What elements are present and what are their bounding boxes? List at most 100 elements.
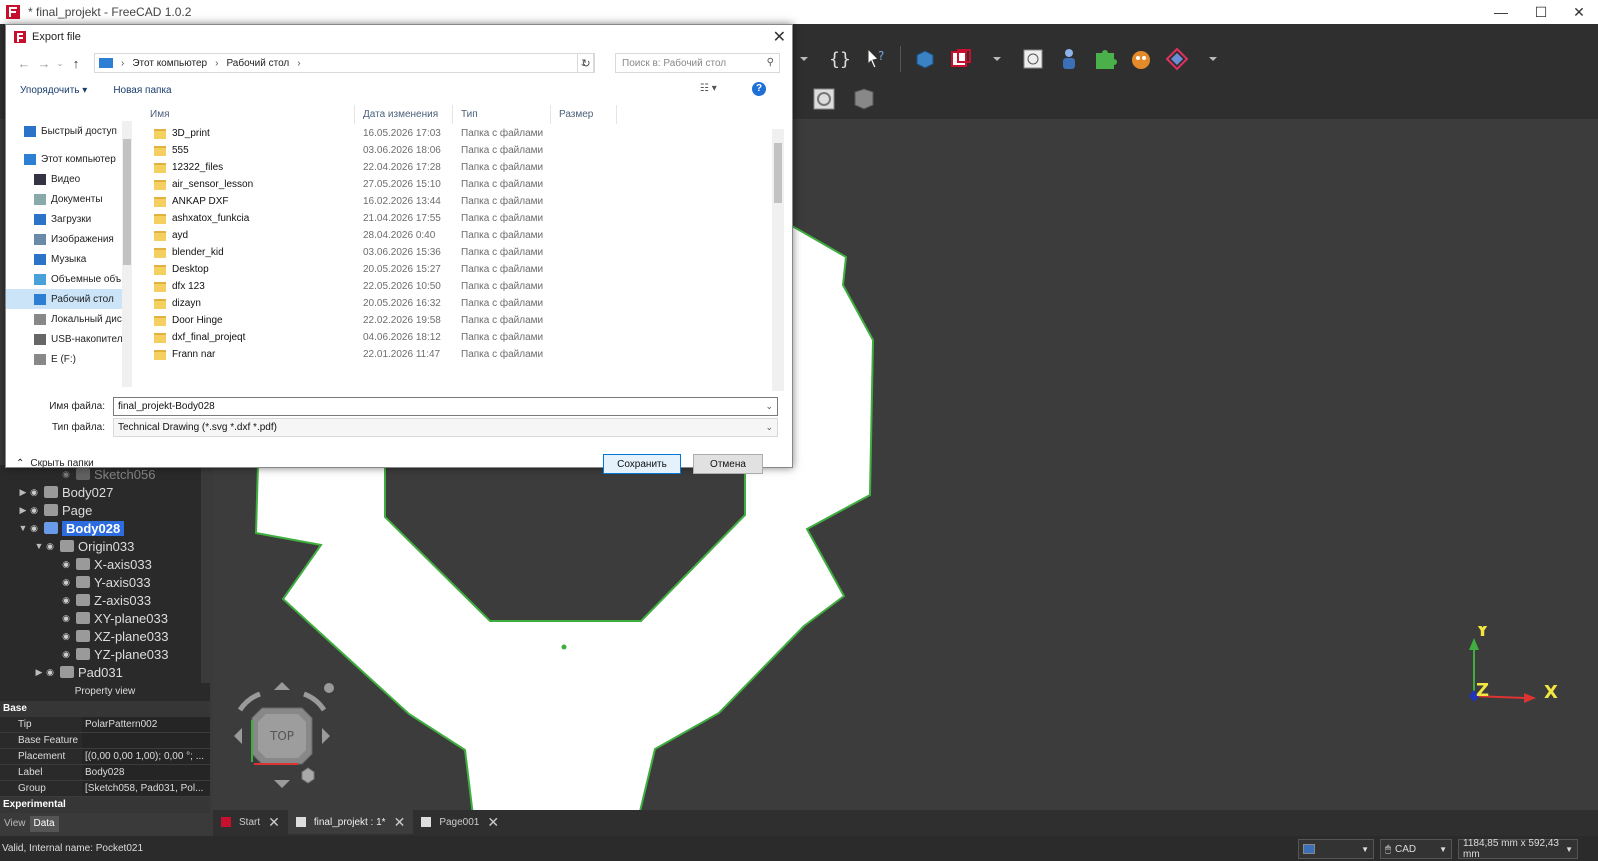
visibility-eye-icon[interactable]: ◉	[28, 505, 40, 516]
expand-arrow-icon[interactable]: ▶	[18, 505, 28, 516]
visibility-eye-icon[interactable]: ◉	[60, 559, 72, 570]
techdraw-page-icon[interactable]	[1019, 45, 1047, 73]
property-value[interactable]: Body028	[82, 765, 210, 780]
file-row[interactable]: ashxatox_funkcia 21.04.2026 17:55 Папка с …	[142, 210, 770, 227]
nav-item[interactable]: Музыка	[6, 249, 129, 269]
tree-scrollbar[interactable]	[201, 465, 210, 683]
navigation-style-selector[interactable]: 🖱 CAD ▼	[1380, 839, 1452, 859]
document-tab[interactable]: Start ✕	[213, 810, 288, 834]
navigation-cube[interactable]: TOP	[226, 680, 338, 792]
nav-item[interactable]: Быстрый доступ	[6, 121, 129, 141]
dropdown-arrow-icon[interactable]	[983, 45, 1011, 73]
file-row[interactable]: Frann nar 22.01.2026 11:47 Папка с файлами	[142, 346, 770, 363]
tree-item[interactable]: ▼ ◉ Body028	[0, 519, 200, 537]
techdraw-view-icon[interactable]	[810, 85, 838, 113]
validate-sketch-icon[interactable]	[947, 45, 975, 73]
help-icon[interactable]: ?	[752, 82, 766, 96]
property-value[interactable]	[82, 733, 210, 748]
file-row[interactable]: 3D_print 16.05.2026 17:03 Папка с файлами	[142, 125, 770, 142]
property-row[interactable]: Base Feature	[0, 733, 210, 749]
file-list-scrollbar[interactable]	[772, 129, 784, 391]
nav-item[interactable]: Изображения	[6, 229, 129, 249]
dimension-readout[interactable]: 1184,85 mm x 592,43 mm ▼	[1458, 838, 1578, 860]
file-row[interactable]: blender_kid 03.06.2026 15:36 Папка с файла…	[142, 244, 770, 261]
chevron-down-icon[interactable]: ⌄	[765, 422, 773, 433]
model-tree[interactable]: ◉ Sketch056 ▶ ◉ Body027 ▶ ◉ Page ▼ ◉ Body028 ▼ ◉ Orig…	[0, 465, 210, 683]
tree-item[interactable]: ◉ Z-axis033	[0, 591, 200, 609]
mascot-icon[interactable]	[1127, 45, 1155, 73]
property-row[interactable]: Group [Sketch058, Pad031, Pol...	[0, 781, 210, 797]
maximize-button[interactable]: ☐	[1522, 0, 1560, 24]
tree-item[interactable]: ◉ XZ-plane033	[0, 627, 200, 645]
tree-item[interactable]: ◉ YZ-plane033	[0, 645, 200, 663]
file-row[interactable]: air_sensor_lesson 27.05.2026 15:10 Папка с…	[142, 176, 770, 193]
refresh-icon[interactable]: ↻	[577, 53, 595, 73]
property-row[interactable]: Placement [(0,00 0,00 1,00); 0,00 °; ...	[0, 749, 210, 765]
column-size[interactable]: Размер	[551, 105, 617, 124]
whats-this-icon[interactable]: ?	[862, 45, 890, 73]
collapse-arrow-icon[interactable]: ▼	[34, 541, 44, 551]
organize-button[interactable]: Упорядочить ▾	[20, 85, 87, 96]
visibility-eye-icon[interactable]: ◉	[60, 577, 72, 588]
recent-dropdown-icon[interactable]: ⌄	[54, 59, 66, 68]
macro-braces-icon[interactable]: {}	[826, 45, 854, 73]
cancel-button[interactable]: Отмена	[693, 454, 763, 474]
view-options-icon[interactable]: ☷ ▾	[700, 83, 717, 94]
visibility-eye-icon[interactable]: ◉	[60, 613, 72, 624]
nav-item[interactable]: E (F:)	[6, 349, 129, 369]
file-row[interactable]: ayd 28.04.2026 0:40 Папка с файлами	[142, 227, 770, 244]
filename-input[interactable]: final_projekt-Body028 ⌄	[113, 396, 778, 416]
close-window-button[interactable]: ✕	[1560, 0, 1598, 24]
file-row[interactable]: Door Hinge 22.02.2026 19:58 Папка с файлам…	[142, 312, 770, 329]
property-row[interactable]: Tip PolarPattern002	[0, 717, 210, 733]
draw-style-selector[interactable]: ▼	[1298, 839, 1374, 859]
expand-arrow-icon[interactable]: ▶	[34, 667, 44, 678]
file-row[interactable]: dxf_final_projeqt 04.06.2026 18:12 Папка с…	[142, 329, 770, 346]
tab-view[interactable]: View	[0, 816, 30, 832]
hide-folders-toggle[interactable]: ⌃ Скрыть папки	[16, 458, 94, 469]
visibility-eye-icon[interactable]: ◉	[60, 595, 72, 606]
property-value[interactable]: [Sketch058, Pad031, Pol...	[82, 781, 210, 796]
minimize-button[interactable]: —	[1482, 0, 1520, 24]
visibility-eye-icon[interactable]: ◉	[44, 667, 56, 678]
document-tab[interactable]: final_projekt : 1* ✕	[287, 810, 414, 834]
nav-item[interactable]: Этот компьютер	[6, 149, 129, 169]
tab-data[interactable]: Data	[29, 816, 59, 832]
back-arrow-icon[interactable]: ←	[14, 56, 34, 71]
visibility-eye-icon[interactable]: ◉	[28, 523, 40, 534]
visibility-eye-icon[interactable]: ◉	[28, 487, 40, 498]
nav-item[interactable]: Документы	[6, 189, 129, 209]
tree-item[interactable]: ◉ XY-plane033	[0, 609, 200, 627]
close-tab-icon[interactable]: ✕	[268, 814, 280, 831]
tree-item[interactable]: ◉ Y-axis033	[0, 573, 200, 591]
visibility-eye-icon[interactable]: ◉	[44, 541, 56, 552]
save-button[interactable]: Сохранить	[603, 454, 681, 474]
dialog-close-button[interactable]: ✕	[773, 27, 786, 47]
expand-arrow-icon[interactable]: ▶	[18, 487, 28, 498]
tree-item[interactable]: ▶ ◉ Pad031	[0, 663, 200, 681]
tree-item[interactable]: ▶ ◉ Body027	[0, 483, 200, 501]
nav-item[interactable]: Загрузки	[6, 209, 129, 229]
forward-arrow-icon[interactable]: →	[34, 56, 54, 71]
nav-item[interactable]: USB-накопител	[6, 329, 129, 349]
nav-scrollbar[interactable]	[122, 121, 132, 387]
file-row[interactable]: ANKAP DXF 16.02.2026 13:44 Папка с файлами	[142, 193, 770, 210]
new-folder-button[interactable]: Новая папка	[113, 85, 171, 96]
techdraw-shape-icon[interactable]	[850, 85, 878, 113]
dropdown-arrow-icon[interactable]	[1199, 45, 1227, 73]
part-design-body-icon[interactable]	[911, 45, 939, 73]
close-tab-icon[interactable]: ✕	[394, 814, 406, 831]
up-arrow-icon[interactable]: ↑	[66, 56, 86, 71]
nav-item[interactable]: Рабочий стол	[6, 289, 129, 309]
chevron-down-icon[interactable]: ⌄	[765, 401, 773, 412]
visibility-eye-icon[interactable]: ◉	[60, 649, 72, 660]
visibility-eye-icon[interactable]: ◉	[60, 469, 72, 480]
breadcrumb-desktop[interactable]: Рабочий стол	[226, 58, 289, 69]
dropdown-arrow-icon[interactable]	[790, 45, 818, 73]
file-list-scrollbar-thumb[interactable]	[774, 143, 782, 203]
close-tab-icon[interactable]: ✕	[487, 814, 499, 831]
search-input[interactable]: Поиск в: Рабочий стол ⚲	[615, 53, 780, 73]
nav-scrollbar-thumb[interactable]	[123, 139, 131, 265]
file-row[interactable]: Desktop 20.05.2026 15:27 Папка с файлами	[142, 261, 770, 278]
property-value[interactable]: [(0,00 0,00 1,00); 0,00 °; ...	[82, 749, 210, 764]
